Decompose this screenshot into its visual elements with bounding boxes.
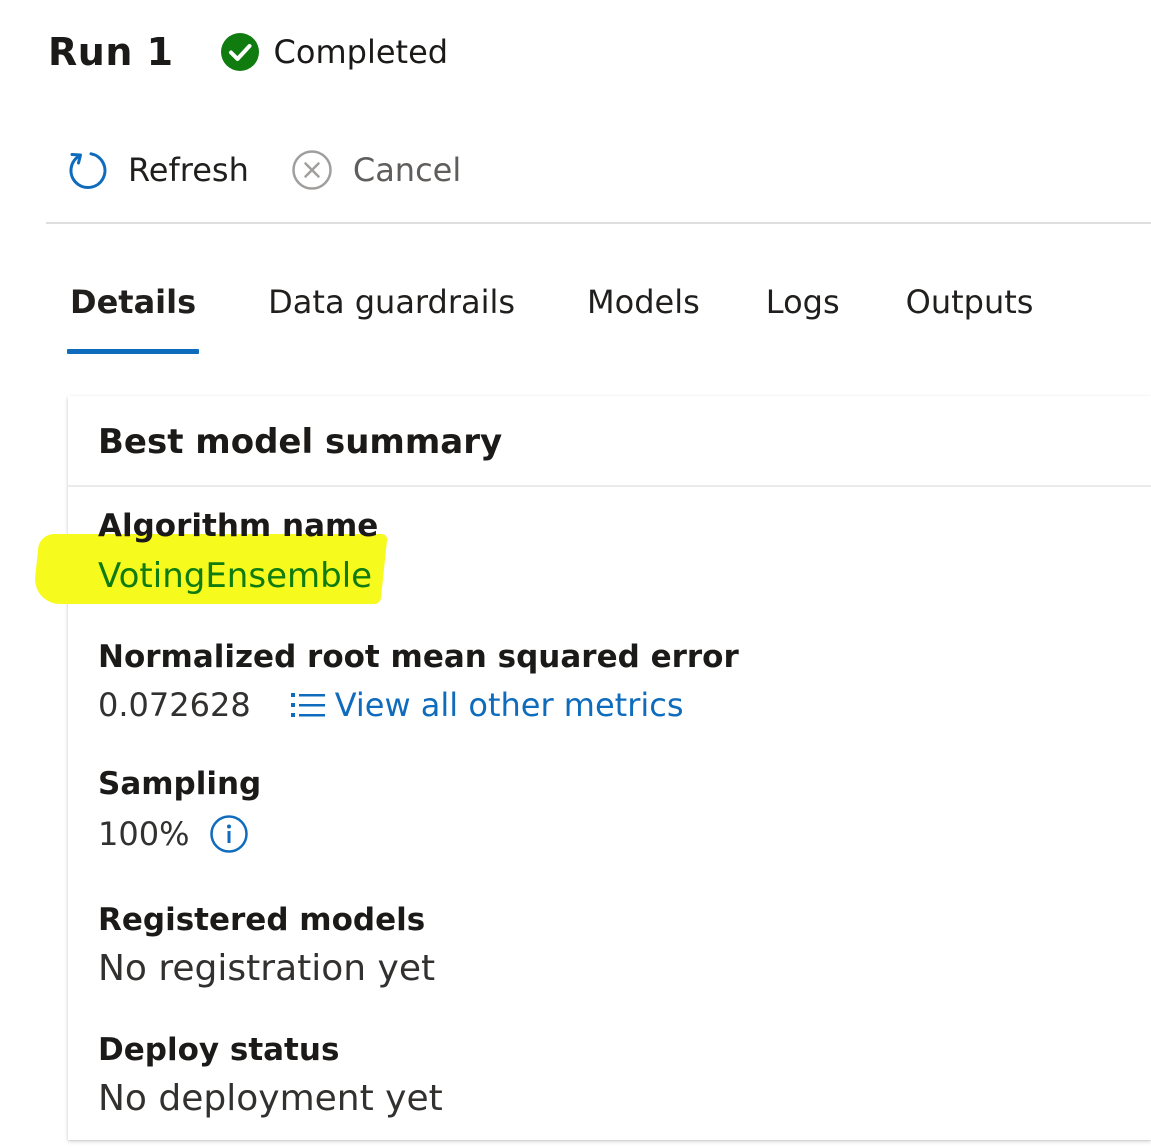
tab-label: Outputs — [905, 283, 1034, 321]
deploy-status-value: No deployment yet — [98, 1078, 443, 1119]
refresh-button[interactable]: Refresh — [66, 149, 249, 191]
tab-data-guardrails[interactable]: Data guardrails — [268, 272, 515, 332]
info-icon[interactable] — [209, 814, 249, 854]
refresh-label: Refresh — [128, 151, 249, 189]
registered-models-value: No registration yet — [98, 948, 436, 989]
run-details-page: Run 1 Completed Refresh Cancel Details D… — [0, 0, 1151, 1147]
tab-label: Data guardrails — [268, 283, 516, 321]
dismiss-circle-icon — [291, 149, 333, 191]
command-bar: Refresh Cancel — [66, 142, 501, 198]
deploy-status-label: Deploy status — [98, 1032, 340, 1068]
list-icon — [289, 690, 327, 720]
tab-label: Logs — [765, 283, 840, 321]
tab-label: Details — [70, 283, 197, 321]
status-text: Completed — [273, 33, 449, 71]
metric-label: Normalized root mean squared error — [98, 639, 739, 675]
tab-details[interactable]: Details — [67, 272, 200, 354]
cancel-label: Cancel — [352, 151, 462, 189]
tab-label: Models — [587, 283, 700, 321]
toolbar-divider — [46, 222, 1151, 224]
sampling-label: Sampling — [98, 766, 262, 802]
tab-models[interactable]: Models — [587, 272, 700, 332]
card-divider — [68, 485, 1151, 487]
check-circle-icon — [220, 32, 260, 72]
sampling-row: 100% — [98, 814, 249, 854]
cancel-button[interactable]: Cancel — [291, 149, 461, 191]
algorithm-name-value: VotingEnsemble — [98, 556, 373, 596]
algorithm-name-label: Algorithm name — [98, 508, 379, 544]
run-title: Run 1 — [48, 30, 174, 74]
card-title: Best model summary — [98, 422, 503, 462]
metric-value: 0.072628 — [98, 686, 251, 724]
run-header: Run 1 Completed — [48, 24, 448, 80]
tab-list: Details Data guardrails Models Logs Outp… — [67, 272, 1034, 356]
refresh-icon — [66, 149, 108, 191]
metric-row: 0.072628 View all other metrics — [98, 686, 684, 724]
view-all-metrics-link[interactable]: View all other metrics — [289, 686, 684, 724]
active-tab-indicator — [67, 349, 200, 354]
tab-outputs[interactable]: Outputs — [906, 272, 1034, 332]
sampling-value: 100% — [98, 815, 190, 853]
registered-models-label: Registered models — [98, 902, 426, 938]
run-status: Completed — [220, 32, 449, 72]
view-all-metrics-label: View all other metrics — [334, 686, 684, 724]
tab-logs[interactable]: Logs — [766, 272, 840, 332]
best-model-summary-card: Best model summary Algorithm name Voting… — [32, 396, 1151, 1140]
